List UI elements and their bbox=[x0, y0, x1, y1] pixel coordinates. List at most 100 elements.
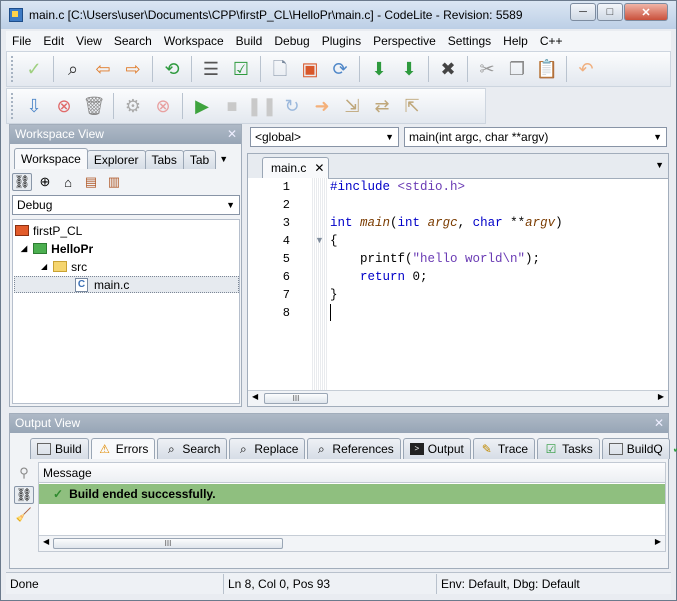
tab-search[interactable]: ⌕ Search bbox=[157, 438, 228, 459]
tree-item-file[interactable]: C main.c bbox=[14, 276, 239, 293]
tab-tasks[interactable]: ☑ Tasks bbox=[537, 438, 600, 459]
menu-help[interactable]: Help bbox=[497, 34, 534, 48]
menu-edit[interactable]: Edit bbox=[37, 34, 70, 48]
toolbar-grip[interactable] bbox=[11, 56, 15, 82]
close-button[interactable]: ✕ bbox=[624, 3, 668, 21]
undo-icon[interactable]: ↶ bbox=[574, 57, 598, 81]
step-out-icon[interactable]: ⇱ bbox=[400, 94, 424, 118]
close-panel-icon[interactable]: ✕ bbox=[654, 414, 664, 433]
close-file-icon[interactable]: ✖ bbox=[436, 57, 460, 81]
find-icon[interactable]: ⌕ bbox=[61, 57, 85, 81]
trash-icon[interactable]: 🗑 bbox=[82, 94, 106, 118]
collapse-icon[interactable]: ▤ bbox=[81, 173, 101, 191]
tabs-dropdown-icon[interactable]: ▼ bbox=[219, 154, 228, 164]
message-column-header[interactable]: Message bbox=[39, 463, 665, 483]
stop-build-icon[interactable]: ⊗ bbox=[52, 94, 76, 118]
save-all-icon[interactable]: ⬇ bbox=[397, 57, 421, 81]
tab-output[interactable]: > Output bbox=[402, 438, 471, 459]
tab-trace[interactable]: ✎ Trace bbox=[472, 438, 536, 459]
output-horizontal-scrollbar[interactable]: ◀ III ▶ bbox=[39, 535, 665, 551]
workspace-graph-icon[interactable]: ⟲ bbox=[160, 57, 184, 81]
stop-icon[interactable]: ■ bbox=[220, 94, 244, 118]
close-panel-icon[interactable]: ✕ bbox=[227, 125, 237, 144]
message-row[interactable]: ✓ Build ended successfully. bbox=[39, 484, 665, 504]
menu-debug[interactable]: Debug bbox=[268, 34, 315, 48]
stop-debug-icon[interactable]: ⊗ bbox=[151, 94, 175, 118]
tab-build[interactable]: Build bbox=[30, 438, 89, 459]
scope-select[interactable]: <global> ▼ bbox=[250, 127, 399, 147]
fold-arrow-icon[interactable]: ▼ bbox=[315, 235, 324, 245]
menu-search[interactable]: Search bbox=[108, 34, 158, 48]
save-icon[interactable]: ⬇ bbox=[367, 57, 391, 81]
back-arrow-icon[interactable]: ⇦ bbox=[91, 57, 115, 81]
tab-workspace[interactable]: Workspace bbox=[14, 148, 88, 169]
copy-icon[interactable]: ❐ bbox=[505, 57, 529, 81]
scroll-right-icon[interactable]: ▶ bbox=[655, 537, 661, 546]
scroll-left-icon[interactable]: ◀ bbox=[43, 537, 49, 546]
scroll-right-icon[interactable]: ▶ bbox=[658, 392, 664, 401]
menu-perspective[interactable]: Perspective bbox=[367, 34, 442, 48]
toolbar-grip[interactable] bbox=[11, 93, 15, 119]
cut-icon[interactable]: ✂ bbox=[475, 57, 499, 81]
tab-tabs[interactable]: Tabs bbox=[144, 150, 184, 169]
menu-settings[interactable]: Settings bbox=[442, 34, 497, 48]
scrollbar-thumb[interactable]: III bbox=[264, 393, 328, 404]
checklist-icon[interactable]: ☑ bbox=[229, 57, 253, 81]
home-icon[interactable]: ⌂ bbox=[58, 173, 78, 191]
menu-plugins[interactable]: Plugins bbox=[316, 34, 367, 48]
run-icon[interactable]: ▶ bbox=[190, 94, 214, 118]
link-editor-icon[interactable]: ⛓ bbox=[12, 173, 32, 191]
import-icon[interactable]: ⇩ bbox=[22, 94, 46, 118]
list-icon[interactable]: ☰ bbox=[199, 57, 223, 81]
tree-item-project[interactable]: ◢ HelloPr bbox=[21, 240, 93, 257]
code-editor[interactable]: main.c ✕ ▼ 1 2 3 4 5 6 7 8 ▼ #include <s… bbox=[247, 153, 669, 407]
menu-workspace[interactable]: Workspace bbox=[158, 34, 230, 48]
step-over-icon[interactable]: ⇄ bbox=[370, 94, 394, 118]
editor-horizontal-scrollbar[interactable]: ◀ III ▶ bbox=[248, 390, 668, 406]
tab-buildq[interactable]: BuildQ bbox=[601, 438, 670, 459]
new-file-icon[interactable]: 🗋 bbox=[268, 57, 292, 81]
tree-item-workspace[interactable]: firstP_CL bbox=[15, 222, 82, 239]
pin-icon[interactable]: ⚲ bbox=[14, 464, 34, 482]
workspace-view-panel: Workspace View ✕ Workspace Explorer Tabs… bbox=[9, 124, 242, 407]
tab-replace[interactable]: ⌕ Replace bbox=[229, 438, 306, 459]
scrollbar-thumb[interactable]: III bbox=[53, 538, 283, 549]
tab-references[interactable]: ⌕ References bbox=[307, 438, 401, 459]
next-arrow-icon[interactable]: ➜ bbox=[310, 94, 334, 118]
function-select[interactable]: main(int argc, char **argv) ▼ bbox=[404, 127, 667, 147]
fold-margin[interactable]: ▼ bbox=[312, 178, 328, 390]
clear-broom-icon[interactable]: 🧹 bbox=[14, 506, 34, 524]
configuration-select[interactable]: Debug ▼ bbox=[12, 195, 240, 215]
paste-icon[interactable]: 📋 bbox=[535, 57, 559, 81]
expand-icon[interactable]: ▥ bbox=[104, 173, 124, 191]
tab-main-c[interactable]: main.c ✕ bbox=[262, 157, 330, 178]
step-in-icon[interactable]: ⇲ bbox=[340, 94, 364, 118]
pause-icon[interactable]: ❚❚ bbox=[247, 94, 277, 118]
tree-item-folder[interactable]: ◢ src bbox=[41, 258, 87, 275]
menu-view[interactable]: View bbox=[70, 34, 108, 48]
minimize-button[interactable]: ─ bbox=[570, 3, 596, 21]
close-tab-icon[interactable]: ✕ bbox=[314, 159, 324, 177]
menu-file[interactable]: File bbox=[6, 34, 37, 48]
expand-arrow-icon[interactable]: ◢ bbox=[41, 262, 47, 271]
scroll-left-icon[interactable]: ◀ bbox=[252, 392, 258, 401]
maximize-button[interactable]: □ bbox=[597, 3, 623, 21]
code-line-3: int main(int argc, char **argv) bbox=[330, 214, 563, 232]
forward-arrow-icon[interactable]: ⇨ bbox=[121, 57, 145, 81]
tabs-dropdown-icon[interactable]: ▼ bbox=[655, 160, 664, 170]
restart-icon[interactable]: ↻ bbox=[280, 94, 304, 118]
link-icon[interactable]: ⛓ bbox=[14, 486, 34, 504]
search-icon: ⌕ bbox=[167, 442, 175, 456]
menu-cpp[interactable]: C++ bbox=[534, 34, 569, 48]
settings-gear-icon[interactable]: ⚙ bbox=[121, 94, 145, 118]
tab-errors[interactable]: ⚠ Errors bbox=[90, 438, 156, 459]
tab-tab[interactable]: Tab bbox=[182, 150, 217, 169]
check-icon[interactable]: ✓ bbox=[22, 57, 46, 81]
reload-icon[interactable]: ⟳ bbox=[328, 57, 352, 81]
tab-explorer[interactable]: Explorer bbox=[86, 150, 146, 169]
add-icon[interactable]: ⊕ bbox=[35, 173, 55, 191]
menu-build[interactable]: Build bbox=[230, 34, 269, 48]
open-folder-icon[interactable]: ▣ bbox=[298, 57, 322, 81]
line-number: 7 bbox=[282, 288, 290, 302]
expand-arrow-icon[interactable]: ◢ bbox=[21, 244, 27, 253]
